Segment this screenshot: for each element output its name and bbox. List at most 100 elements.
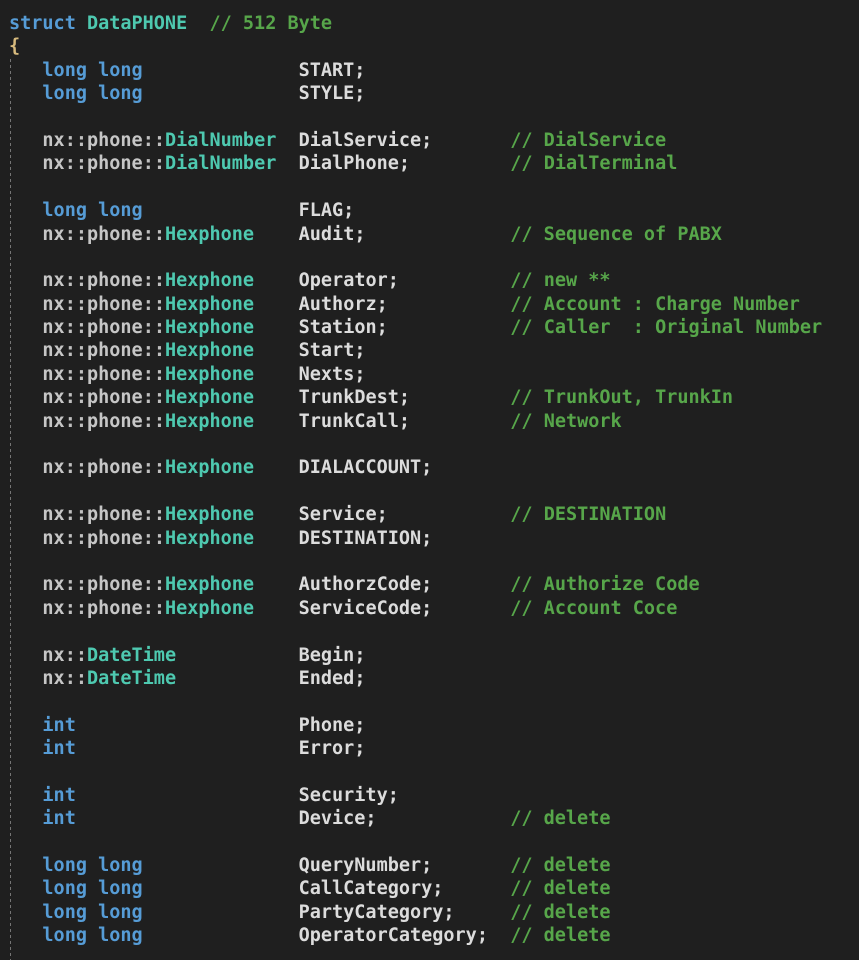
code-line: nx::DateTime Begin; [9,644,859,667]
code-token-ns: nx [42,598,64,619]
code-token-ty: Hexphone [165,317,254,338]
code-line: long long CallCategory; // delete [9,877,859,900]
code-token-op: :: [143,224,165,245]
code-token-ns: phone [87,574,143,595]
code-token-pl [410,411,510,432]
code-line: nx::phone::Hexphone Nexts; [9,363,859,386]
code-line-blank [9,433,859,456]
code-line: nx::phone::Hexphone Operator; // new ** [9,269,859,292]
code-token-op: :: [143,457,165,478]
code-token-op: :: [65,270,87,291]
code-token-id: Operator; [299,270,399,291]
code-line: int Device; // delete [9,807,859,830]
code-token-pl [254,598,299,619]
code-token-pl [143,902,299,923]
code-token-pl [9,411,42,432]
code-token-id: FLAG; [299,200,355,221]
code-token-ns: nx [42,224,64,245]
code-token-pl [9,270,42,291]
code-token-id: Phone; [299,715,366,736]
code-token-pl [9,200,42,221]
code-token-op: :: [65,645,87,666]
code-token-pl [432,855,510,876]
code-line: long long PartyCategory; // delete [9,901,859,924]
code-token-id: Start; [299,340,366,361]
code-token-id: Service; [299,504,388,525]
code-token-op: :: [143,598,165,619]
code-token-ns: nx [42,270,64,291]
code-token-op: :: [65,457,87,478]
code-line: long long FLAG; [9,199,859,222]
code-line: nx::phone::Hexphone Service; // DESTINAT… [9,503,859,526]
code-token-pl [254,224,299,245]
code-token-cm: // Account : Charge Number [510,294,800,315]
code-line: long long OperatorCategory; // delete [9,924,859,947]
code-token-pl [432,130,510,151]
code-token-op: :: [143,340,165,361]
code-token-cm: // DESTINATION [510,504,666,525]
code-token-ty: Hexphone [165,294,254,315]
code-token-id: Ended; [299,668,366,689]
code-token-pl [9,668,42,689]
code-editor[interactable]: struct DataPHONE // 512 Byte{ long long … [0,0,859,960]
code-token-op: :: [143,364,165,385]
code-token-id: ServiceCode; [299,598,433,619]
code-token-pl [9,364,42,385]
code-token-op: :: [143,387,165,408]
code-token-ty: DateTime [87,645,176,666]
code-token-pl [254,294,299,315]
code-token-pl [254,270,299,291]
code-line: { [9,35,859,58]
code-line: nx::phone::Hexphone Authorz; // Account … [9,293,859,316]
code-token-op: :: [65,411,87,432]
code-token-ns: phone [87,504,143,525]
code-token-pl [9,855,42,876]
code-token-ty: DataPHONE [87,13,187,34]
code-line: nx::phone::Hexphone Start; [9,339,859,362]
code-token-ns: phone [87,387,143,408]
code-token-ns: phone [87,224,143,245]
code-token-ty: Hexphone [165,598,254,619]
code-line: int Error; [9,737,859,760]
code-token-id: Security; [299,785,399,806]
code-token-ns: phone [87,130,143,151]
code-token-op: :: [65,130,87,151]
code-token-ns: nx [42,364,64,385]
code-token-op: :: [143,528,165,549]
code-line-blank [9,246,859,269]
code-token-id: TrunkDest; [299,387,410,408]
code-token-cm: // new ** [510,270,610,291]
code-token-pl [254,411,299,432]
code-token-ns: nx [42,340,64,361]
code-token-op: :: [65,504,87,525]
code-area: struct DataPHONE // 512 Byte{ long long … [9,12,859,948]
code-token-ns: phone [87,598,143,619]
code-token-pl [254,457,299,478]
code-line-blank [9,176,859,199]
code-token-pl [276,130,298,151]
code-token-pl [377,808,511,829]
code-line: int Security; [9,784,859,807]
code-token-ns: phone [87,457,143,478]
code-token-ns: nx [42,504,64,525]
code-token-ty: DialNumber [165,153,276,174]
code-token-ns: phone [87,153,143,174]
code-token-op: :: [65,317,87,338]
code-line: int Phone; [9,714,859,737]
code-token-kw: int [42,808,75,829]
code-token-pl [9,574,42,595]
code-token-id: DIALACCOUNT; [299,457,433,478]
code-line: nx::phone::DialNumber DialPhone; // Dial… [9,152,859,175]
code-token-op: :: [65,528,87,549]
code-token-pl [9,598,42,619]
code-token-cm: // Sequence of PABX [510,224,722,245]
code-token-op: :: [65,364,87,385]
code-line-blank [9,690,859,713]
code-token-pl [9,387,42,408]
code-token-op: :: [143,317,165,338]
code-line: nx::DateTime Ended; [9,667,859,690]
code-token-cm: // delete [510,878,610,899]
code-token-id: TrunkCall; [299,411,410,432]
code-token-pl [9,902,42,923]
code-token-pl [76,13,87,34]
